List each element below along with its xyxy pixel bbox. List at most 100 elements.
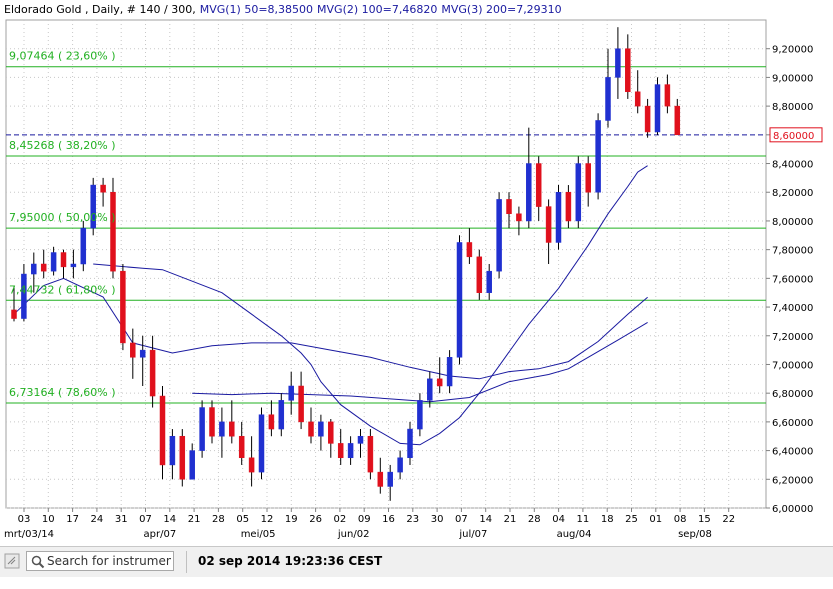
x-tick-label: 02: [334, 514, 347, 525]
x-month-label: mei/05: [241, 529, 276, 540]
candle-body: [288, 385, 294, 401]
x-tick-label: 15: [698, 514, 711, 525]
candle-body: [565, 191, 572, 222]
candle-body: [169, 435, 176, 466]
candle-body: [605, 77, 611, 121]
x-tick-label: 14: [163, 514, 176, 525]
x-tick-label: 24: [91, 514, 104, 525]
candle-body: [70, 263, 77, 268]
candle-body: [506, 199, 512, 215]
y-tick-label: 7,00000: [772, 360, 813, 371]
candle-body: [308, 421, 314, 437]
y-tick-label: 9,20000: [772, 45, 813, 56]
fib-label: 7,95000 ( 50,00% ): [9, 211, 116, 224]
candle-body: [149, 349, 156, 397]
candle: [199, 400, 205, 458]
candle-body: [179, 435, 186, 480]
candle-body: [436, 378, 443, 387]
candle-body: [80, 227, 87, 265]
candle-body: [397, 457, 403, 473]
x-month-label: jun/02: [337, 529, 370, 540]
x-tick-label: 16: [382, 514, 395, 525]
y-tick-label: 6,60000: [772, 418, 813, 429]
search-input[interactable]: [47, 552, 171, 570]
candle-body: [664, 84, 671, 107]
candle-body: [318, 421, 324, 437]
candle-body: [189, 450, 195, 480]
candle: [80, 220, 87, 272]
candle-body: [476, 256, 483, 293]
y-tick-label: 7,40000: [772, 303, 813, 314]
timestamp: 02 sep 2014 19:23:36 CEST: [198, 554, 383, 568]
mvg2-label: MVG(2) 100=7,46820: [317, 3, 437, 16]
candle-body: [654, 84, 661, 133]
candle-body: [545, 206, 552, 243]
candle-body: [199, 407, 205, 451]
candle-body: [575, 163, 582, 222]
candle-body: [258, 414, 265, 473]
y-tick-label: 6,80000: [772, 389, 813, 400]
candle-body: [238, 435, 245, 459]
x-tick-label: 11: [577, 514, 590, 525]
candle: [258, 407, 265, 480]
fib-label: 9,07464 ( 23,60% ): [9, 50, 116, 63]
candle: [110, 177, 116, 279]
candle-body: [585, 163, 591, 193]
candle-body: [337, 443, 344, 459]
candle-body: [40, 263, 47, 272]
candle-body: [328, 421, 334, 444]
x-month-label: mrt/03/14: [4, 529, 54, 540]
candle-body: [50, 252, 57, 272]
candle-body: [555, 191, 562, 243]
candle-body: [625, 48, 631, 93]
candle-body: [110, 191, 116, 272]
x-tick-label: 21: [504, 514, 517, 525]
candle-body: [535, 163, 542, 207]
candle-body: [60, 252, 67, 268]
x-tick-label: 01: [649, 514, 662, 525]
x-tick-label: 03: [18, 514, 31, 525]
status-bar: 02 sep 2014 19:23:36 CEST: [0, 546, 833, 577]
candle-body: [229, 421, 235, 437]
fib-label: 7,44732 ( 61,80% ): [9, 283, 116, 296]
candle-body: [130, 342, 136, 358]
candle-body: [139, 349, 146, 358]
x-tick-label: 04: [552, 514, 565, 525]
search-icon: [31, 555, 45, 569]
candle: [90, 177, 96, 236]
candle-body: [377, 471, 384, 487]
x-month-label: sep/08: [678, 529, 712, 540]
x-tick-label: 19: [285, 514, 298, 525]
candle: [555, 185, 562, 250]
candle: [120, 264, 126, 351]
bottom-strip: [0, 577, 833, 589]
candle-body: [496, 199, 502, 272]
candle-body: [278, 400, 285, 430]
candle: [654, 77, 661, 135]
candle-body: [248, 457, 255, 473]
candle-body: [159, 395, 166, 466]
x-tick-label: 18: [601, 514, 614, 525]
candle-body: [268, 414, 275, 430]
y-tick-label: 7,60000: [772, 274, 813, 285]
x-tick-label: 12: [261, 514, 274, 525]
y-tick-label: 7,20000: [772, 332, 813, 343]
fib-label: 8,45268 ( 38,20% ): [9, 139, 116, 152]
search-box[interactable]: [26, 551, 174, 571]
instrument-title: Eldorado Gold , Daily, # 140 / 300,: [4, 3, 196, 16]
x-tick-label: 23: [406, 514, 419, 525]
candle-body: [446, 357, 453, 387]
candle: [367, 429, 374, 480]
chart-window: 6,00000 6,20000 6,40000 6,60000 6,80000 7,000…: [0, 0, 833, 589]
x-tick-label: 17: [66, 514, 79, 525]
candle-body: [526, 163, 532, 222]
candle-body: [100, 184, 106, 193]
y-tick-label: 6,20000: [772, 475, 813, 486]
candle: [476, 249, 483, 300]
x-tick-label: 31: [115, 514, 128, 525]
x-month-label: aug/04: [557, 529, 592, 540]
x-tick-label: 21: [188, 514, 201, 525]
price-chart[interactable]: 6,00000 6,20000 6,40000 6,60000 6,80000 7,000…: [0, 0, 833, 546]
x-tick-label: 08: [674, 514, 687, 525]
status-separator: [186, 551, 187, 573]
